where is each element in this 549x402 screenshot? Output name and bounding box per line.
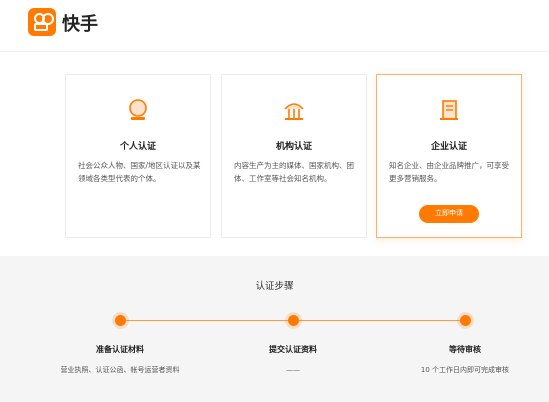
apply-now-button[interactable]: 立即申请 — [419, 205, 479, 223]
step-title-submit: 提交认证资料 — [269, 345, 317, 354]
enterprise-document-icon — [440, 100, 458, 120]
step-desc-review: 10 个工作日内即可完成审核 — [420, 366, 510, 374]
card-title: 机构认证 — [275, 142, 312, 152]
steps-title: 认证步骤 — [255, 281, 294, 292]
step-title-review: 等待审核 — [449, 345, 481, 354]
step-dot-icon — [288, 315, 299, 326]
card-description: 内容生产为主的媒体、国家机构、团体、工作室等社会知名机构。 — [234, 161, 354, 183]
card-title: 个人认证 — [119, 142, 156, 152]
certification-steps: 认证步骤 准备认证材料 营业执照、认证公函、帐号运营者资料 提交认证资料 —— … — [0, 256, 549, 402]
institution-building-icon — [284, 103, 304, 120]
card-personal[interactable]: 个人认证 社会公众人物、国家/地区认证以及某领域各类型代表的个体。 — [65, 74, 211, 238]
person-badge-icon — [129, 99, 147, 120]
step-desc-prepare: 营业执照、认证公函、帐号运营者资料 — [60, 366, 180, 374]
card-title: 企业认证 — [430, 142, 467, 152]
step-desc-submit: —— — [286, 366, 300, 374]
step-dot-icon — [115, 315, 126, 326]
card-enterprise[interactable]: 企业认证 知名企业、由企业品牌推广，可享受更多营销服务。 立即申请 — [376, 74, 522, 238]
kuaishou-logo-icon[interactable] — [28, 8, 56, 36]
step-title-prepare: 准备认证材料 — [96, 345, 144, 354]
card-description: 社会公众人物、国家/地区认证以及某领域各类型代表的个体。 — [78, 161, 201, 183]
card-description: 知名企业、由企业品牌推广，可享受更多营销服务。 — [389, 161, 509, 183]
card-institution[interactable]: 机构认证 内容生产为主的媒体、国家机构、团体、工作室等社会知名机构。 — [221, 74, 367, 238]
brand-name[interactable]: 快手 — [62, 10, 98, 36]
top-header: 快手 — [0, 0, 549, 52]
step-dot-icon — [460, 315, 471, 326]
certification-cards: 个人认证 社会公众人物、国家/地区认证以及某领域各类型代表的个体。 机构认证 内… — [65, 74, 522, 238]
